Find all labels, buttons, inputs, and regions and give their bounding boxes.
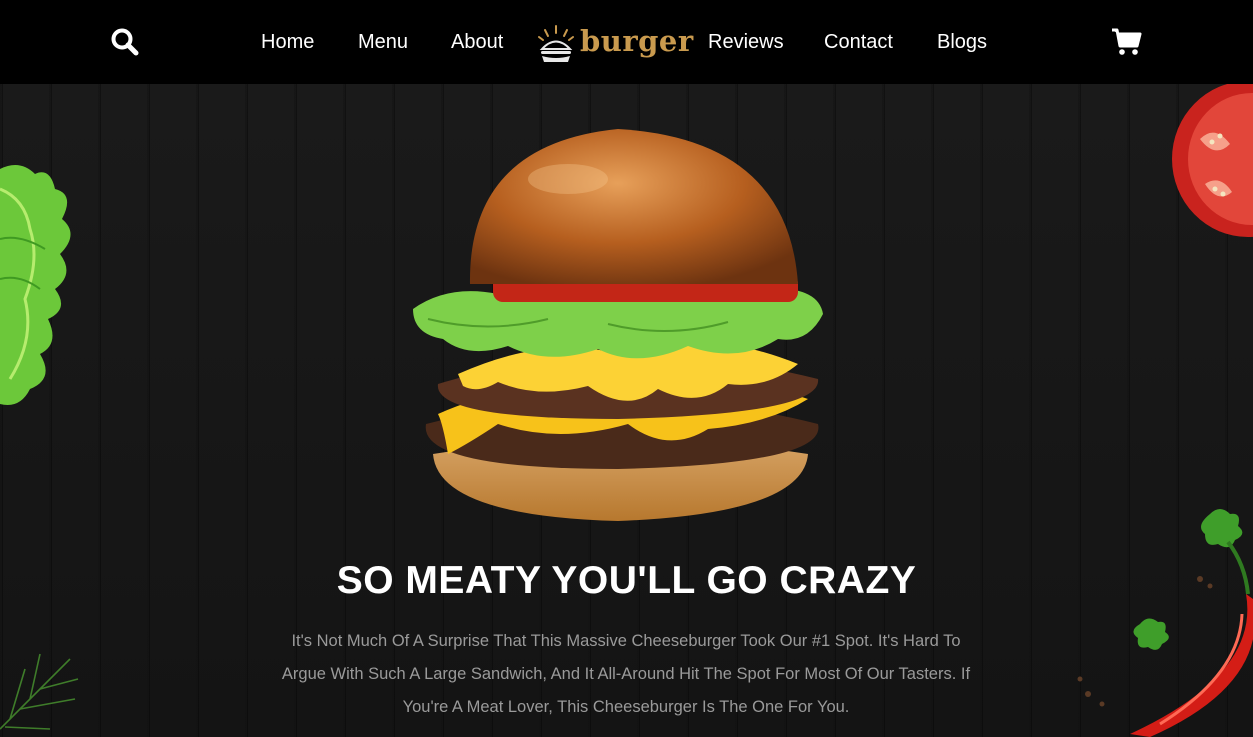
burger-image [413,129,823,521]
lettuce-decoration [0,165,71,405]
tomato-decoration [1172,84,1253,237]
nav-link-contact[interactable]: Contact [824,29,893,55]
search-icon[interactable] [110,27,140,57]
hero-section: SO MEATY YOU'LL GO CRAZY It's Not Much O… [0,84,1253,737]
nav-link-reviews[interactable]: Reviews [708,29,784,55]
navbar: Home Menu About burger Reviews Contact B… [0,0,1253,84]
dill-decoration [0,653,79,730]
cart-icon[interactable] [1111,27,1143,57]
nav-link-menu[interactable]: Menu [358,29,408,55]
nav-link-blogs[interactable]: Blogs [937,29,987,55]
logo-text: burger [580,24,694,58]
hero-description: It's Not Much Of A Surprise That This Ma… [281,632,971,716]
chili-pepper-decoration [1077,509,1253,737]
logo[interactable]: burger [536,22,693,68]
burger-logo-icon [538,25,574,62]
nav-link-home[interactable]: Home [261,29,314,55]
nav-link-about[interactable]: About [451,29,503,55]
hero-title: SO MEATY YOU'LL GO CRAZY [336,559,917,602]
